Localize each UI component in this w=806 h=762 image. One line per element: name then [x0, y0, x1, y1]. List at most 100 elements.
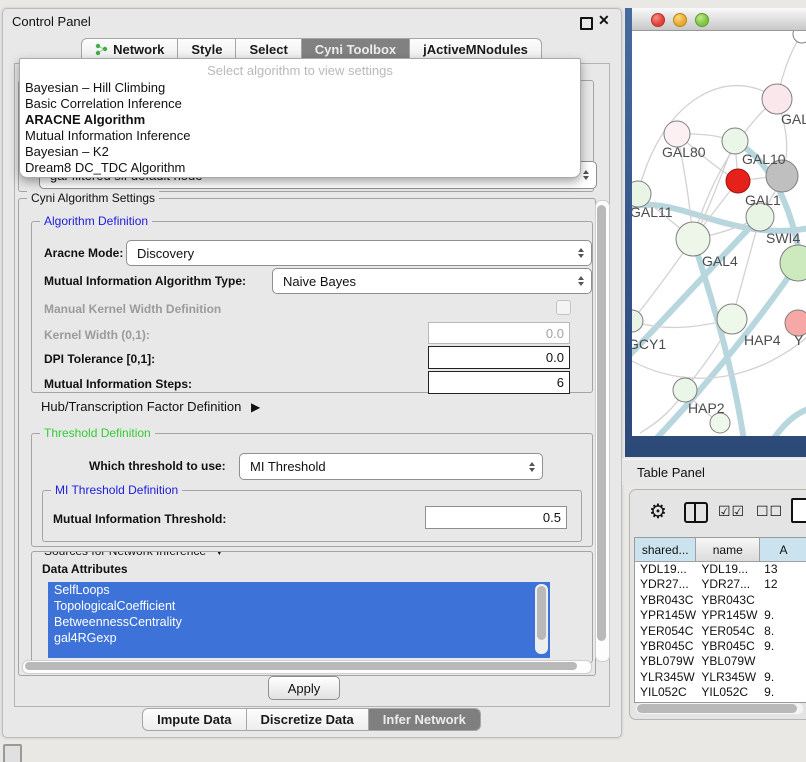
network-view-window: GAL GAL80 GAL10 GAL1 GAL11 SWI4 GAL4 GCY… — [625, 8, 806, 457]
node-gal1-highlighted[interactable] — [726, 169, 750, 193]
node-label: GAL10 — [742, 151, 786, 167]
table-row[interactable]: YDL19...YDL19...13 — [635, 562, 806, 577]
table-panel-title: Table Panel — [637, 465, 705, 480]
tab-label: Network — [113, 42, 164, 57]
collapse-arrow-icon[interactable]: ▼ — [213, 551, 225, 558]
network-canvas[interactable]: GAL GAL80 GAL10 GAL1 GAL11 SWI4 GAL4 GCY… — [632, 31, 806, 436]
table-row[interactable]: YBR045CYBR045C9. — [635, 639, 806, 654]
aracne-mode-label: Aracne Mode: — [44, 246, 123, 260]
collapsed-panel-icon[interactable] — [3, 744, 22, 762]
node-hap4[interactable] — [717, 304, 747, 334]
data-attributes-list: SelfLoops TopologicalCoefficient Between… — [48, 582, 550, 658]
group-title: Threshold Definition — [40, 426, 155, 441]
close-icon[interactable]: ✕ — [598, 12, 610, 29]
attribute-item[interactable]: SelfLoops — [48, 582, 550, 598]
node-label: GAL1 — [745, 192, 781, 208]
spinner-icon — [583, 170, 589, 180]
algorithm-option[interactable]: Mutual Information Inference — [20, 128, 580, 144]
node-hap2[interactable] — [673, 378, 697, 402]
apply-button[interactable]: Apply — [268, 676, 340, 700]
mi-algorithm-type-combo[interactable]: Naive Bayes — [272, 268, 592, 294]
table-row[interactable]: YBL079WYBL079W — [635, 654, 806, 669]
node-label: GAL — [781, 111, 806, 127]
mi-steps-field[interactable] — [428, 371, 570, 394]
screen: Control Panel ✕ Network Style Select Cyn… — [0, 0, 806, 762]
dpi-tolerance-label: DPI Tolerance [0,1]: — [44, 352, 155, 366]
group-title: MI Threshold Definition — [51, 483, 182, 498]
group-title: Algorithm Definition — [40, 214, 152, 229]
algorithm-option[interactable]: Bayesian – K2 — [20, 144, 580, 160]
spinner-icon — [578, 276, 584, 286]
table-row[interactable]: YLR345WYLR345W9. — [635, 670, 806, 685]
attribute-list-scrollbar[interactable] — [535, 584, 548, 654]
mi-steps-label: Mutual Information Steps: — [44, 377, 192, 391]
column-header-name[interactable]: name — [696, 538, 760, 562]
node-unlabeled-green[interactable] — [780, 245, 806, 281]
minimize-traffic-light-icon[interactable] — [673, 13, 687, 27]
threshold-definition-group: Threshold Definition Which threshold to … — [31, 433, 593, 547]
algorithm-option[interactable]: Dream8 DC_TDC Algorithm — [20, 160, 580, 176]
aracne-mode-combo[interactable]: Discovery — [126, 240, 592, 266]
table-row[interactable]: YDR27...YDR27...12 — [635, 577, 806, 592]
mi-threshold-label: Mutual Information Threshold: — [53, 512, 226, 526]
attribute-item[interactable]: gal4RGexp — [48, 630, 550, 646]
deselect-all-icon[interactable]: ☐☐ — [756, 503, 783, 520]
node-gcy1[interactable] — [632, 310, 643, 332]
group-title: Sources for Network Inference ▼ — [40, 551, 229, 559]
select-all-icon[interactable]: ☑☑ — [718, 503, 745, 520]
table-row[interactable]: YER054CYER054C8. — [635, 624, 806, 639]
column-header-partial[interactable]: A — [760, 538, 806, 562]
manual-kernel-checkbox[interactable] — [556, 300, 571, 315]
node-label: GAL80 — [662, 144, 706, 160]
cyni-algorithm-settings-group: Cyni Algorithm Settings Algorithm Defini… — [18, 198, 596, 676]
float-window-icon[interactable] — [580, 17, 593, 30]
attribute-item-partial — [48, 646, 550, 658]
table-panel-titlebar: Table Panel — [622, 459, 806, 485]
manual-kernel-label: Manual Kernel Width Definition — [44, 302, 221, 316]
column-header-shared-name[interactable]: shared... — [635, 538, 696, 562]
settings-vertical-scrollbar[interactable] — [595, 200, 610, 662]
spinner-icon — [529, 462, 535, 472]
new-table-icon[interactable] — [791, 498, 806, 523]
table-row[interactable]: YPR145WYPR145W9. — [635, 608, 806, 623]
algorithm-option-selected[interactable]: ARACNE Algorithm — [20, 112, 580, 128]
algorithm-option[interactable]: Basic Correlation Inference — [20, 96, 580, 112]
mi-type-label: Mutual Information Algorithm Type: — [44, 274, 246, 288]
network-window-titlebar[interactable] — [632, 8, 806, 31]
hub-definition-expander[interactable]: Hub/Transcription Factor Definition ▶ — [41, 399, 260, 414]
tab-impute-data[interactable]: Impute Data — [142, 708, 246, 731]
mi-threshold-field[interactable] — [425, 506, 567, 529]
node-gal-partial[interactable] — [762, 84, 792, 114]
node-gal4[interactable] — [676, 222, 710, 256]
node-label: SWI4 — [766, 230, 800, 246]
cyni-bottom-tabbar: Impute Data Discretize Data Infer Networ… — [3, 708, 621, 731]
table-row[interactable]: YIL052CYIL052C9. — [635, 685, 806, 700]
algorithm-option[interactable]: Bayesian – Hill Climbing — [20, 80, 580, 96]
table-row[interactable]: YBR043CYBR043C — [635, 593, 806, 608]
node-label: Y — [794, 332, 804, 348]
node-unlabeled-bottom[interactable] — [710, 413, 730, 433]
dpi-tolerance-field[interactable] — [428, 346, 570, 369]
attribute-item[interactable]: BetweennessCentrality — [48, 614, 550, 630]
algorithm-dropdown-popup: Select algorithm to view settings Bayesi… — [19, 58, 581, 178]
node-label: HAP4 — [744, 332, 781, 348]
which-threshold-label: Which threshold to use: — [89, 459, 226, 473]
gear-icon[interactable]: ⚙ — [649, 499, 667, 524]
zoom-traffic-light-icon[interactable] — [695, 13, 709, 27]
attribute-item[interactable]: TopologicalCoefficient — [48, 598, 550, 614]
tab-discretize-data[interactable]: Discretize Data — [246, 708, 369, 731]
columns-icon[interactable] — [684, 502, 708, 523]
group-title: Cyni Algorithm Settings — [27, 191, 159, 206]
node-label: HAP2 — [688, 400, 725, 416]
table-horizontal-scrollbar[interactable] — [636, 703, 803, 714]
which-threshold-combo[interactable]: MI Threshold — [239, 453, 543, 480]
algorithm-definition-group: Algorithm Definition Aracne Mode: Discov… — [31, 221, 593, 393]
network-tab-icon — [95, 43, 108, 56]
close-traffic-light-icon[interactable] — [651, 13, 665, 27]
tab-infer-network[interactable]: Infer Network — [368, 708, 481, 731]
settings-horizontal-scrollbar[interactable] — [22, 660, 592, 674]
table-panel: ⚙ ☑☑ ☐☐ shared... name A YDL19...YDL19..… — [629, 489, 806, 720]
kernel-width-field[interactable] — [428, 322, 570, 344]
node-table: shared... name A YDL19...YDL19...13 YDR2… — [634, 537, 806, 703]
node-unlabeled[interactable] — [793, 31, 806, 43]
